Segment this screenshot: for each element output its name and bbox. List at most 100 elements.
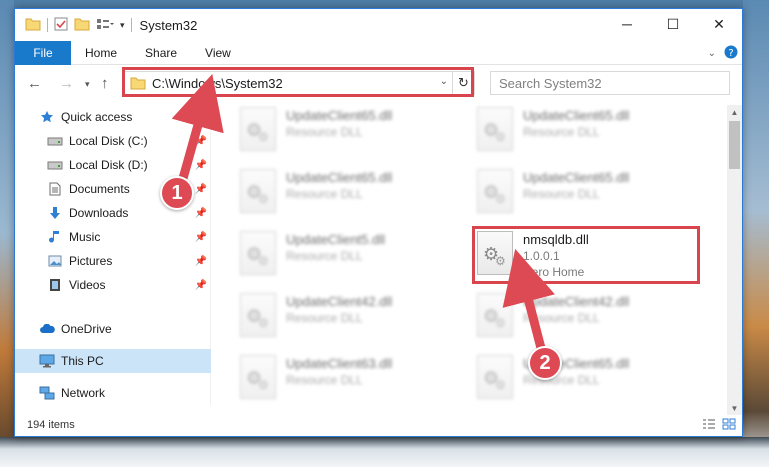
file-tile[interactable]: ⚙ ⚙ UpdateClient65.dll Resource DLL <box>477 169 697 221</box>
file-tile-nmsqldb[interactable]: ⚙ ⚙ nmsqldb.dll 1.0.0.1 Nero Home <box>477 231 697 283</box>
file-tile[interactable]: ⚙ ⚙ UpdateClient65.dll Resource DLL <box>477 355 697 405</box>
videos-icon <box>47 277 63 293</box>
customize-toolbar-icon[interactable] <box>96 18 114 33</box>
scroll-up-icon[interactable]: ▲ <box>727 105 742 119</box>
pin-icon: 📌 <box>194 159 207 171</box>
nav-item-videos[interactable]: Videos 📌 <box>15 273 211 297</box>
explorer-window: ▾ System32 ─ ☐ ✕ File Home Share View ⌄ … <box>14 8 743 437</box>
up-arrow-icon[interactable]: ↑ <box>101 75 109 92</box>
forward-arrow-icon[interactable]: → <box>59 75 74 92</box>
recent-locations-icon[interactable]: ▾ <box>85 79 90 90</box>
expand-ribbon-icon[interactable]: ⌄ <box>708 48 716 59</box>
dll-file-icon: ⚙ ⚙ <box>240 293 276 337</box>
address-path: C:\Windows\System32 <box>152 75 283 91</box>
maximize-button[interactable]: ☐ <box>650 9 696 39</box>
tab-view[interactable]: View <box>191 41 245 65</box>
file-description: Resource DLL <box>286 373 363 387</box>
file-company: Nero Home <box>523 265 585 279</box>
dll-file-icon: ⚙ ⚙ <box>240 107 276 151</box>
nav-item-label: OneDrive <box>61 322 112 336</box>
music-icon <box>47 229 63 245</box>
nav-item-quick-access[interactable]: Quick access <box>15 105 211 129</box>
window-controls: ─ ☐ ✕ <box>604 9 742 39</box>
dll-file-icon: ⚙ ⚙ <box>240 231 276 275</box>
file-tile[interactable]: ⚙ ⚙ UpdateClient63.dll Resource DLL <box>240 355 460 405</box>
new-folder-icon[interactable] <box>74 17 90 34</box>
refresh-icon[interactable]: ↻ <box>452 72 474 94</box>
vertical-scrollbar[interactable]: ▲ ▼ <box>727 105 742 415</box>
desktop-background-left <box>0 0 14 467</box>
nav-item-pictures[interactable]: Pictures 📌 <box>15 249 211 273</box>
scroll-down-icon[interactable]: ▼ <box>727 401 742 415</box>
search-input[interactable] <box>490 71 730 95</box>
file-name: UpdateClient65.dll <box>523 170 630 185</box>
folder-icon <box>130 76 146 90</box>
nav-item-music[interactable]: Music 📌 <box>15 225 211 249</box>
ribbon-tabs: File Home Share View ⌄ ? <box>15 40 742 65</box>
help-icon[interactable]: ? <box>724 45 738 62</box>
tab-share[interactable]: Share <box>131 41 191 65</box>
ribbon-right-controls: ⌄ ? <box>708 45 738 62</box>
dll-file-icon: ⚙ ⚙ <box>240 169 276 213</box>
file-name: UpdateClient42.dll <box>523 294 630 309</box>
file-tile[interactable]: ⚙ ⚙ UpdateClient65.dll Resource DLL <box>240 169 460 221</box>
nav-item-local-disk-c[interactable]: Local Disk (C:) 📌 <box>15 129 211 153</box>
file-description: Resource DLL <box>523 187 600 201</box>
file-tile[interactable]: ⚙ ⚙ UpdateClient42.dll Resource DLL <box>477 293 697 345</box>
nav-item-label: Pictures <box>69 254 113 268</box>
nav-item-network[interactable]: Network <box>15 381 211 405</box>
dll-file-icon: ⚙ ⚙ <box>477 355 513 399</box>
file-tile[interactable]: ⚙ ⚙ UpdateClient5.dll Resource DLL <box>240 231 460 283</box>
nav-item-this-pc[interactable]: This PC <box>15 349 211 373</box>
drive-icon <box>47 157 63 173</box>
tab-home[interactable]: Home <box>71 41 131 65</box>
file-tile[interactable]: ⚙ ⚙ UpdateClient65.dll Resource DLL <box>240 107 460 159</box>
file-name: nmsqldb.dll <box>523 232 589 247</box>
nav-item-label: Network <box>61 386 106 400</box>
properties-icon[interactable] <box>54 17 68 34</box>
dll-file-icon: ⚙ ⚙ <box>477 107 513 151</box>
drive-icon <box>47 133 63 149</box>
file-name: UpdateClient5.dll <box>286 232 386 247</box>
nav-item-label: Videos <box>69 278 106 292</box>
file-tile[interactable]: ⚙ ⚙ UpdateClient42.dll Resource DLL <box>240 293 460 345</box>
title-bar: ▾ System32 ─ ☐ ✕ <box>15 9 742 41</box>
chevron-down-icon[interactable]: ⌄ <box>440 76 448 87</box>
dll-file-icon: ⚙ ⚙ <box>240 355 276 399</box>
network-icon <box>39 385 55 401</box>
download-icon <box>47 205 63 221</box>
desktop-background-bottom <box>0 437 769 467</box>
quick-access-toolbar: ▾ <box>15 17 132 34</box>
folder-icon <box>25 17 41 34</box>
file-tile[interactable]: ⚙ ⚙ UpdateClient65.dll Resource DLL <box>477 107 697 159</box>
star-icon <box>39 109 55 125</box>
nav-item-label: Quick access <box>61 110 133 124</box>
address-row: ← → ▾ ↑ C:\Windows\System32 ⌄ ↻ <box>15 66 742 100</box>
nav-item-onedrive[interactable]: OneDrive <box>15 317 211 341</box>
file-name: UpdateClient65.dll <box>286 170 393 185</box>
nav-item-label: Music <box>69 230 101 244</box>
nav-item-local-disk-d[interactable]: Local Disk (D:) 📌 <box>15 153 211 177</box>
toolbar-separator <box>47 18 48 32</box>
view-buttons <box>702 418 736 433</box>
document-icon <box>47 181 63 197</box>
nav-item-label: Local Disk (C:) <box>69 134 148 148</box>
cloud-icon <box>39 321 55 337</box>
file-description: Resource DLL <box>523 311 600 325</box>
minimize-button[interactable]: ─ <box>604 9 650 39</box>
file-version: 1.0.0.1 <box>523 249 560 263</box>
close-button[interactable]: ✕ <box>696 9 742 39</box>
scrollbar-thumb[interactable] <box>729 121 740 169</box>
file-description: Resource DLL <box>523 125 600 139</box>
step-two-badge: 2 <box>528 346 562 380</box>
file-description: Resource DLL <box>286 125 363 139</box>
file-name: UpdateClient42.dll <box>286 294 393 309</box>
chevron-down-icon[interactable]: ▾ <box>120 20 125 31</box>
back-arrow-icon[interactable]: ← <box>27 75 42 92</box>
tiles-view-icon[interactable] <box>722 418 736 433</box>
step-one-badge: 1 <box>160 176 194 210</box>
navigation-pane: Quick access Local Disk (C:) 📌 Local Dis… <box>15 105 211 405</box>
address-bar[interactable]: C:\Windows\System32 ⌄ ↻ <box>123 71 475 95</box>
tab-file[interactable]: File <box>15 40 71 65</box>
details-view-icon[interactable] <box>702 418 716 433</box>
